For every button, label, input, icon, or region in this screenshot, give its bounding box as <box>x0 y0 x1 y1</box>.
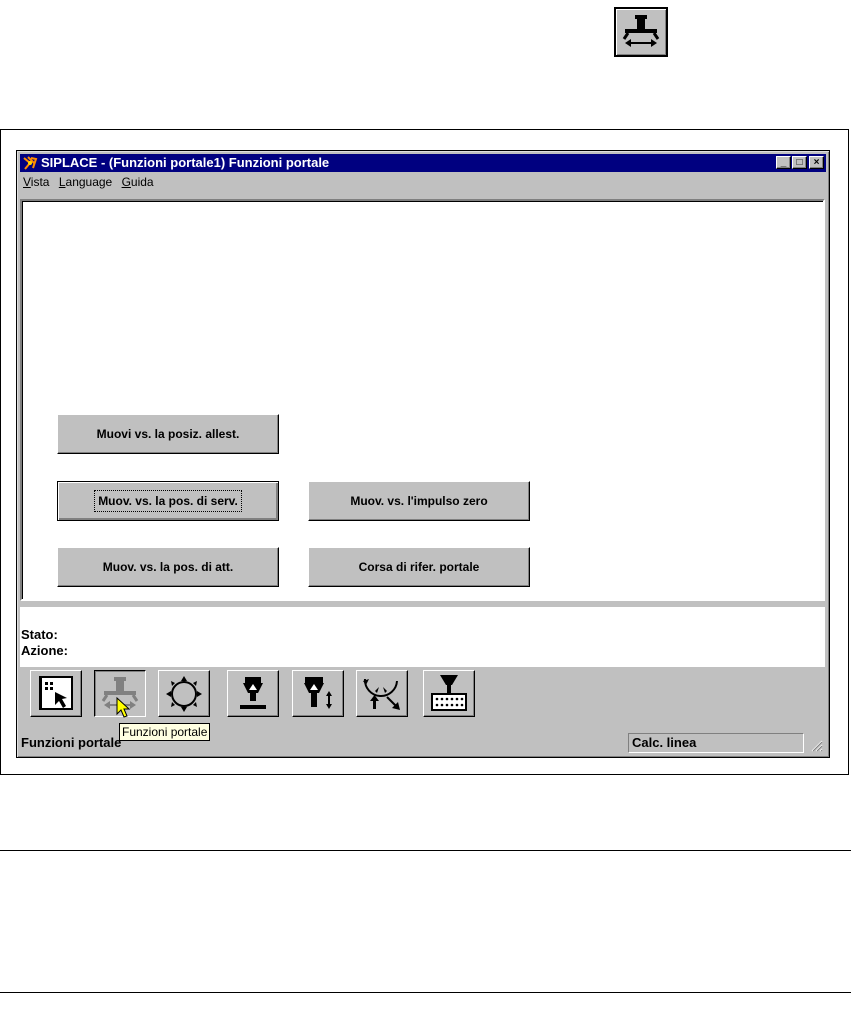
feeder-table-button[interactable] <box>423 670 475 717</box>
grid-select-button[interactable] <box>30 670 82 717</box>
grid-select-icon <box>39 676 73 710</box>
menu-bar: Vista Language Guida <box>20 173 826 191</box>
azione-label: Azione: <box>21 643 68 658</box>
nozzle-height-button[interactable] <box>292 670 344 717</box>
nozzle-icon <box>240 677 266 709</box>
toolbar <box>20 667 825 729</box>
revolver-head-icon <box>363 678 400 710</box>
revolver-head-button[interactable] <box>356 670 408 717</box>
gantry-functions-icon <box>614 7 668 57</box>
menu-language[interactable]: Language <box>56 173 115 191</box>
star-wheel-icon <box>166 676 202 712</box>
minimize-button[interactable]: _ <box>776 156 791 169</box>
mouse-cursor-icon <box>116 697 131 718</box>
menu-vista[interactable]: Vista <box>20 173 52 191</box>
minimize-icon: _ <box>780 157 787 168</box>
maximize-button[interactable]: □ <box>792 156 807 169</box>
move-setup-position-button[interactable]: Muovi vs. la posiz. allest. <box>57 414 279 454</box>
menu-guida[interactable]: Guida <box>119 173 157 191</box>
nozzle-button[interactable] <box>227 670 279 717</box>
siplace-logo-icon <box>22 155 38 171</box>
star-wheel-button[interactable] <box>158 670 210 717</box>
close-button[interactable]: × <box>809 156 824 169</box>
status-area: Stato: Azione: <box>20 607 825 667</box>
resize-grip-icon[interactable] <box>809 738 823 752</box>
divider-line <box>0 850 851 851</box>
close-icon: × <box>813 157 820 168</box>
status-bar-mode: Funzioni portale <box>21 735 122 750</box>
divider-line <box>0 992 851 993</box>
move-service-position-button[interactable]: Muov. vs. la pos. di serv. <box>57 481 279 521</box>
feeder-table-icon <box>431 675 467 711</box>
move-wait-position-button[interactable]: Muov. vs. la pos. di att. <box>57 547 279 587</box>
stato-label: Stato: <box>21 627 58 642</box>
client-area: Muovi vs. la posiz. allest. Muov. vs. la… <box>20 199 825 601</box>
nozzle-height-icon <box>304 677 332 709</box>
gantry-reference-run-button[interactable]: Corsa di rifer. portale <box>308 547 530 587</box>
status-bar-line-calc: Calc. linea <box>628 733 804 753</box>
title-bar[interactable]: SIPLACE - (Funzioni portale1) Funzioni p… <box>20 154 826 172</box>
move-zero-pulse-button[interactable]: Muov. vs. l'impulso zero <box>308 481 530 521</box>
window-title: SIPLACE - (Funzioni portale1) Funzioni p… <box>41 155 330 170</box>
tooltip: Funzioni portale <box>119 723 211 741</box>
maximize-icon: □ <box>796 157 803 168</box>
app-window: SIPLACE - (Funzioni portale1) Funzioni p… <box>16 150 830 758</box>
